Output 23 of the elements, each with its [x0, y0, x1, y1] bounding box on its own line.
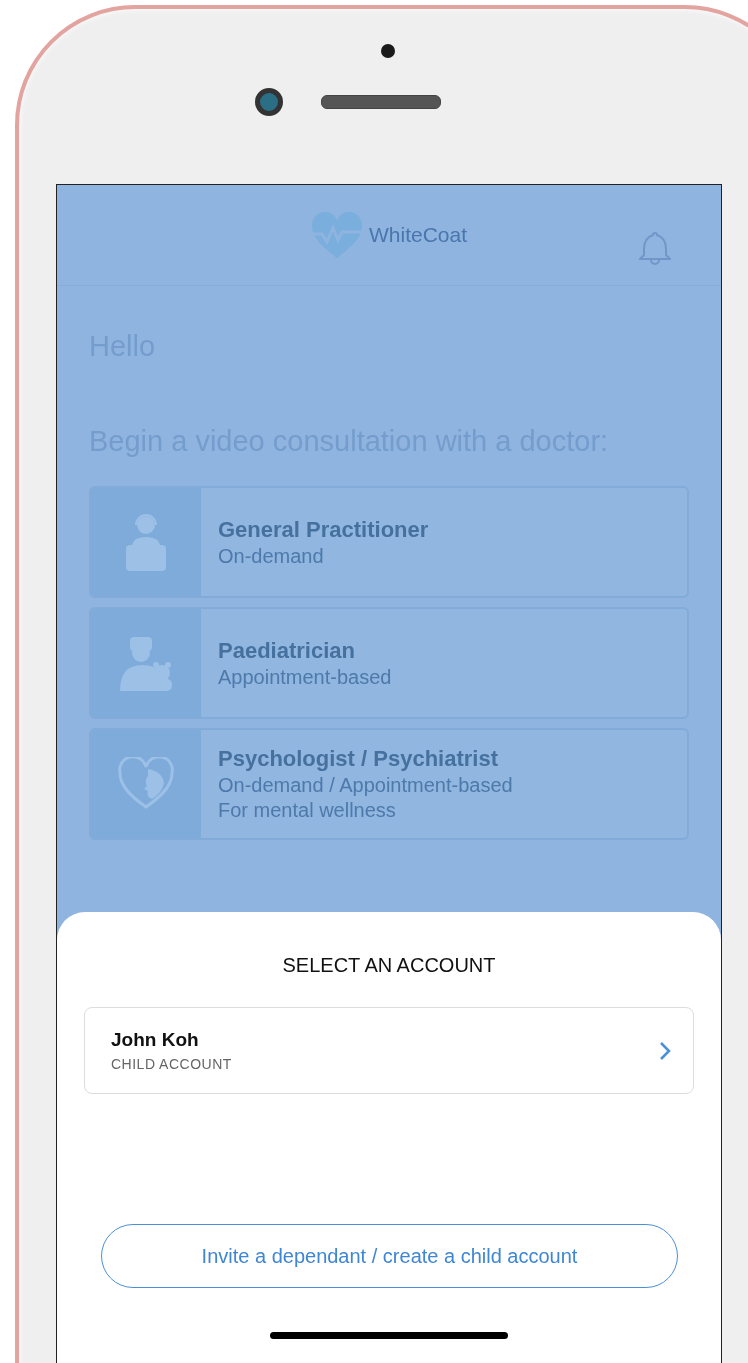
account-row[interactable]: John Koh CHILD ACCOUNT: [84, 1007, 694, 1094]
camera-lens: [255, 88, 283, 116]
service-title: Paediatrician: [218, 637, 356, 664]
invite-dependant-button[interactable]: Invite a dependant / create a child account: [101, 1224, 678, 1288]
service-card[interactable]: General Practitioner On-demand: [89, 486, 689, 598]
service-description: For mental wellness: [218, 799, 397, 822]
service-title: General Practitioner: [218, 516, 429, 543]
service-card[interactable]: Paediatrician Appointment-based: [89, 607, 689, 719]
sensor-dot: [381, 44, 395, 58]
doctor-laptop-icon: [124, 511, 168, 573]
heart-face-icon: [118, 757, 174, 811]
sheet-title: SELECT AN ACCOUNT: [281, 954, 497, 977]
service-card[interactable]: Psychologist / Psychiatrist On-demand / Appointment-based For mental wellness: [89, 728, 689, 840]
doctor-teddy-bear-icon: [118, 635, 174, 691]
account-name: John Koh: [111, 1029, 200, 1051]
service-description: On-demand: [218, 544, 325, 568]
service-title: Psychologist / Psychiatrist: [218, 746, 499, 772]
service-description: Appointment-based: [218, 665, 392, 689]
notification-bell-icon[interactable]: [639, 229, 671, 265]
account-type: CHILD ACCOUNT: [111, 1056, 232, 1072]
chevron-right-icon: [659, 1040, 671, 1061]
app-logo-text: WhiteCoat: [368, 223, 467, 247]
service-description: On-demand / Appointment-based: [218, 774, 513, 797]
